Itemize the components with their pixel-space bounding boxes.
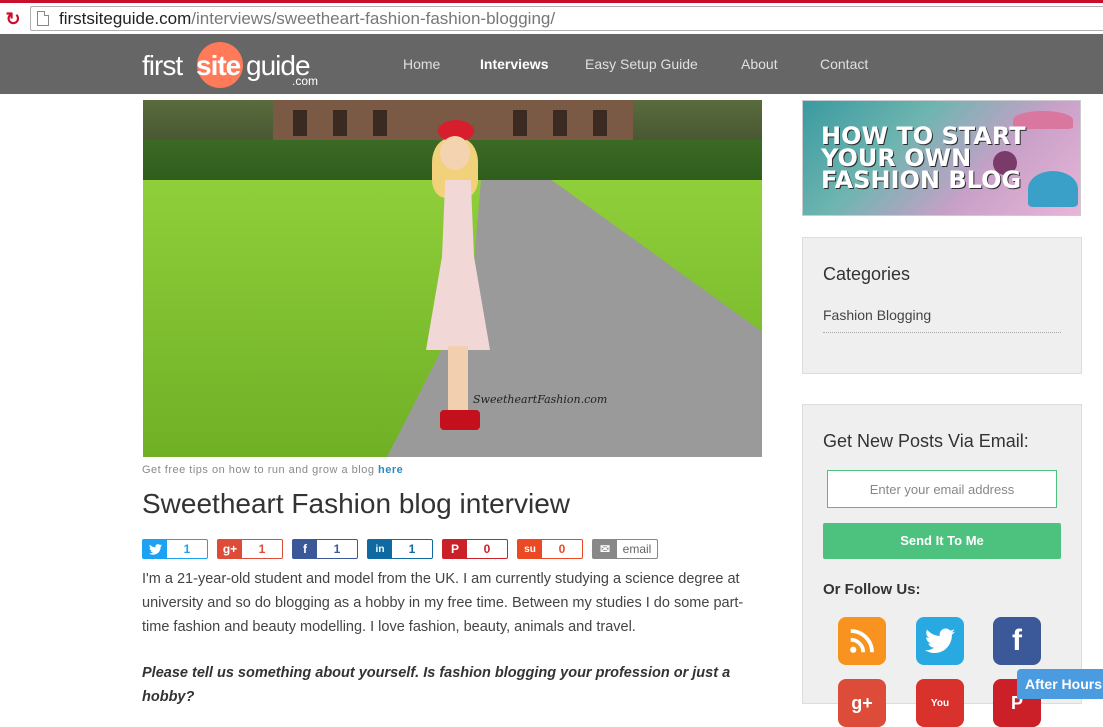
browser-bar: ↻ firstsiteguide.com/interviews/sweethea… [0,0,1103,34]
share-facebook-button[interactable]: f 1 [292,539,358,559]
logo-site: site [196,50,241,81]
window [553,110,567,136]
banner-line-3: FASHION BLOG [821,166,1022,194]
url-path: /interviews/sweetheart-fashion-fashion-b… [191,9,556,28]
reload-icon[interactable]: ↻ [3,9,23,29]
nav-item-easy-setup-guide[interactable]: Easy Setup Guide [585,34,698,94]
site-logo[interactable]: first site guide .com [142,42,322,88]
categories-heading: Categories [823,264,911,284]
hero-model [418,120,498,440]
caption-link[interactable]: here [378,464,403,476]
facebook-follow-icon[interactable]: f [993,617,1041,665]
email-input[interactable] [827,470,1057,508]
shoe-decoration [1028,171,1078,207]
share-googleplus-button[interactable]: g+ 1 [217,539,283,559]
after-hours-widget[interactable]: After Hours [1017,669,1103,699]
share-stumbleupon-button[interactable]: su 0 [517,539,583,559]
share-count: 1 [258,542,266,556]
google-plus-follow-icon[interactable]: g+ [838,679,886,727]
stumbleupon-icon: su [518,540,542,558]
nav-item-home[interactable]: Home [403,34,440,94]
page-title: Sweetheart Fashion blog interview [142,488,571,519]
window [593,110,607,136]
window [513,110,527,136]
linkedin-icon: in [368,540,392,558]
follow-heading: Or Follow Us: [823,581,921,598]
window [373,110,387,136]
facebook-icon: f [293,540,317,558]
model-shoes [440,410,480,430]
nav-item-contact[interactable]: Contact [820,34,868,94]
share-bar: 1 g+ 1 f 1 in 1 P 0 su 0 ✉ email [142,539,667,559]
rss-icon[interactable] [838,617,886,665]
pinterest-icon: P [443,540,467,558]
site-nav: first site guide .com Home Interviews Ea… [0,34,1103,94]
fashion-blog-banner[interactable]: HOW TO START YOUR OWN FASHION BLOG [802,100,1081,216]
send-button[interactable]: Send It To Me [823,523,1061,559]
share-email-button[interactable]: ✉ email [592,539,658,559]
hero-image: SweetheartFashion.com [143,100,762,457]
share-count: 1 [333,542,341,556]
share-count: 1 [408,542,416,556]
share-linkedin-button[interactable]: in 1 [367,539,433,559]
model-head [440,136,470,170]
subscribe-heading: Get New Posts Via Email: [823,431,1029,451]
share-count: 1 [183,542,191,556]
twitter-icon [143,540,167,558]
caption-text: Get free tips on how to run and grow a b… [142,464,379,476]
window [333,110,347,136]
share-twitter-button[interactable]: 1 [142,539,208,559]
article-intro: I'm a 21-year-old student and model from… [142,571,744,635]
window [293,110,307,136]
google-plus-icon: g+ [218,540,242,558]
category-link[interactable]: Fashion Blogging [823,307,1061,333]
share-count: 0 [558,542,566,556]
address-bar[interactable]: firstsiteguide.com/interviews/sweetheart… [30,6,1103,31]
youtube-follow-icon[interactable]: You [916,679,964,727]
hero-watermark: SweetheartFashion.com [473,393,608,406]
share-email-label: email [622,542,652,556]
article-question: Please tell us something about yourself.… [142,665,731,705]
share-count: 0 [483,542,491,556]
url-text: firstsiteguide.com/interviews/sweetheart… [59,7,555,30]
logo-first: first [142,50,183,81]
page-icon [37,11,49,26]
image-caption: Get free tips on how to run and grow a b… [142,464,403,476]
nav-item-interviews[interactable]: Interviews [480,34,548,94]
email-icon: ✉ [593,540,617,558]
model-dress [426,180,490,350]
logo-com: .com [292,74,319,88]
nav-item-about[interactable]: About [741,34,778,94]
twitter-follow-icon[interactable] [916,617,964,665]
model-legs [448,346,468,416]
share-pinterest-button[interactable]: P 0 [442,539,508,559]
subscribe-widget: Get New Posts Via Email: Send It To Me O… [802,404,1082,727]
url-host: firstsiteguide.com [59,9,192,28]
categories-widget: Categories Fashion Blogging [802,237,1082,374]
